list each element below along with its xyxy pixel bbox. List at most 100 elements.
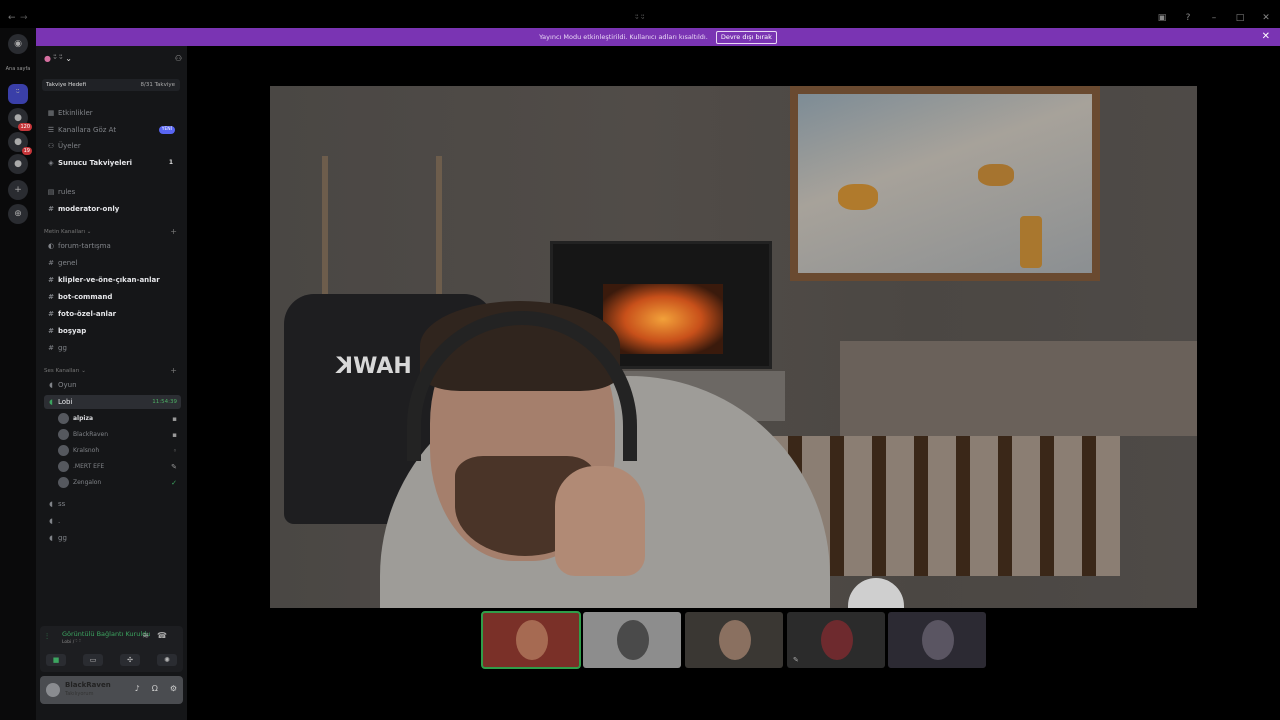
participant-strip: ✎ [481, 611, 986, 669]
channel-bosyap[interactable]: # boşyap [44, 324, 181, 338]
chair-brand: HAWK [336, 354, 412, 379]
voice-channel-dot[interactable]: ◖. [44, 514, 181, 528]
server-icon-3[interactable]: ● 19 [8, 132, 32, 155]
events-link[interactable]: ▦ Etkinlikler [44, 106, 181, 120]
participant-video [516, 620, 548, 660]
channel-foto[interactable]: # foto-özel-anlar [44, 307, 181, 321]
members-link[interactable]: ⚇ Üyeler [44, 139, 181, 153]
voice-status[interactable]: Görüntülü Bağlantı Kuruldu [62, 630, 150, 638]
discover-button[interactable]: ⊕ [8, 204, 28, 224]
channel-genel[interactable]: # genel [44, 256, 181, 270]
voice-channel-oyun[interactable]: ◖ Oyun [44, 378, 181, 392]
boost-goal-bar[interactable]: Takviye Hedefi 8/31 Takviye [42, 79, 180, 91]
streamer-mode-banner: Yayıncı Modu etkinleştirildi. Kullanıcı … [36, 28, 1280, 46]
noise-suppression-icon[interactable]: ≋ [142, 631, 157, 640]
inbox-icon[interactable]: ▣ [1156, 13, 1168, 23]
camera-icon: ▪ [172, 415, 177, 423]
avatar [58, 461, 69, 472]
hash-icon: # [48, 310, 54, 318]
voice-location[interactable]: Lobi / ᵕ̈ ᵕ̈ [62, 640, 81, 645]
user-name[interactable]: BlackRaven [65, 681, 111, 689]
video-stage[interactable]: HAWK [270, 86, 1197, 608]
check-icon: ✓ [171, 479, 177, 487]
call-duration: 11:54:39 [152, 399, 177, 405]
channel-sidebar: ● ᵕ̈ ᵕ̈ ⌄ ⚇ Takviye Hedefi 8/31 Takviye … [36, 46, 187, 720]
voice-channels-category[interactable]: Ses Kanalları ⌄ + [44, 366, 181, 375]
activities-button[interactable]: ✣ [120, 654, 140, 666]
disable-streamer-mode-button[interactable]: Devre dışı bırak [715, 31, 777, 44]
user-avatar[interactable] [46, 683, 60, 697]
unread-badge: 120 [18, 123, 32, 131]
guild-header[interactable]: ● ᵕ̈ ᵕ̈ ⌄ ⚇ [44, 54, 182, 66]
hash-icon: # [48, 205, 54, 213]
headphones-icon[interactable]: Ω [152, 684, 158, 693]
speaker-icon: ◖ [49, 381, 53, 389]
speaker-icon: ◖ [49, 398, 53, 406]
close-window-icon[interactable]: ✕ [1260, 13, 1272, 23]
participant-video [719, 620, 751, 660]
microphone-icon[interactable]: ♪ [135, 684, 140, 693]
boost-goal-label: Takviye Hedefi [46, 82, 87, 88]
server-icon-4[interactable]: ● [8, 154, 28, 174]
participant-avatar [821, 620, 853, 660]
add-member-icon[interactable]: ⚇ [175, 54, 182, 63]
add-channel-icon[interactable]: + [170, 227, 177, 236]
guild-icon: ● [44, 54, 51, 63]
close-banner-icon[interactable]: ✕ [1262, 28, 1270, 46]
activity-icon: ◦ [172, 447, 177, 455]
participant-tile[interactable] [583, 612, 681, 668]
participant-avatar [922, 620, 954, 660]
home-label: Ana sayfa [5, 66, 31, 72]
minimize-icon[interactable]: – [1208, 13, 1220, 23]
server-icon-2[interactable]: ● 120 [8, 108, 32, 131]
voice-user[interactable]: BlackRaven ▪ [58, 428, 181, 442]
channel-gg[interactable]: # gg [44, 341, 181, 355]
voice-channel-lobi[interactable]: ◖ Lobi 11:54:39 [44, 395, 181, 409]
participant-tile[interactable]: ✎ [787, 612, 885, 668]
server-list: ◉ Ana sayfa ᵕ̈ ● 120 ● 19 ● + ⊕ [0, 28, 36, 720]
user-status: Takılıyorum [65, 691, 94, 697]
help-icon[interactable]: ? [1182, 13, 1194, 23]
browse-channels-link[interactable]: ☰ Kanallara Göz At YENİ [44, 123, 181, 137]
channel-klipler[interactable]: # klipler-ve-öne-çıkan-anlar [44, 273, 181, 287]
screen-share-button[interactable]: ▭ [83, 654, 103, 666]
soundboard-button[interactable]: ✺ [157, 654, 177, 666]
voice-user[interactable]: Kralsnoh ◦ [58, 444, 181, 458]
banner-text: Yayıncı Modu etkinleştirildi. Kullanıcı … [539, 33, 708, 41]
hash-icon: # [48, 293, 54, 301]
video-person-hand [555, 466, 645, 576]
camera-button[interactable]: ■ [46, 654, 66, 666]
avatar [58, 477, 69, 488]
channel-bot-command[interactable]: # bot-command [44, 290, 181, 304]
participant-tile[interactable] [888, 612, 986, 668]
participant-tile[interactable] [481, 611, 581, 669]
video-fireplace [603, 284, 723, 354]
voice-channel-ss[interactable]: ◖ ss [44, 497, 181, 511]
discord-icon: ◉ [14, 39, 22, 49]
server-icon-current[interactable]: ᵕ̈ [8, 84, 28, 104]
channel-moderator-only[interactable]: # moderator-only [44, 202, 181, 216]
channel-rules[interactable]: ▤ rules [44, 185, 181, 199]
avatar [58, 429, 69, 440]
participant-tile[interactable] [685, 612, 783, 668]
boost-count: 1 [168, 159, 173, 166]
rules-icon: ▤ [47, 188, 55, 196]
maximize-icon[interactable]: □ [1234, 13, 1246, 23]
voice-channel-gg[interactable]: ◖ gg [44, 531, 181, 545]
disconnect-icon[interactable]: ☎ [157, 631, 175, 640]
text-channels-category[interactable]: Metin Kanalları ⌄ + [44, 227, 181, 236]
list-icon: ☰ [47, 126, 55, 134]
muted-mic-icon: ✎ [171, 463, 177, 471]
channel-forum[interactable]: ◐ forum-tartışma [44, 239, 181, 253]
home-button[interactable]: ◉ [8, 34, 28, 54]
voice-user[interactable]: alpiza ▪ [58, 412, 181, 426]
voice-user[interactable]: Zengalon ✓ [58, 476, 181, 490]
server-boosts-link[interactable]: ◈ Sunucu Takviyeleri 1 [44, 156, 181, 170]
add-server-button[interactable]: + [8, 180, 28, 200]
video-lantern [1020, 216, 1042, 268]
participant-avatar [617, 620, 649, 660]
camera-icon: ▪ [172, 431, 177, 439]
voice-user[interactable]: .MERT EFE ✎ [58, 460, 181, 474]
add-channel-icon[interactable]: + [170, 366, 177, 375]
settings-gear-icon[interactable]: ⚙ [170, 684, 177, 693]
